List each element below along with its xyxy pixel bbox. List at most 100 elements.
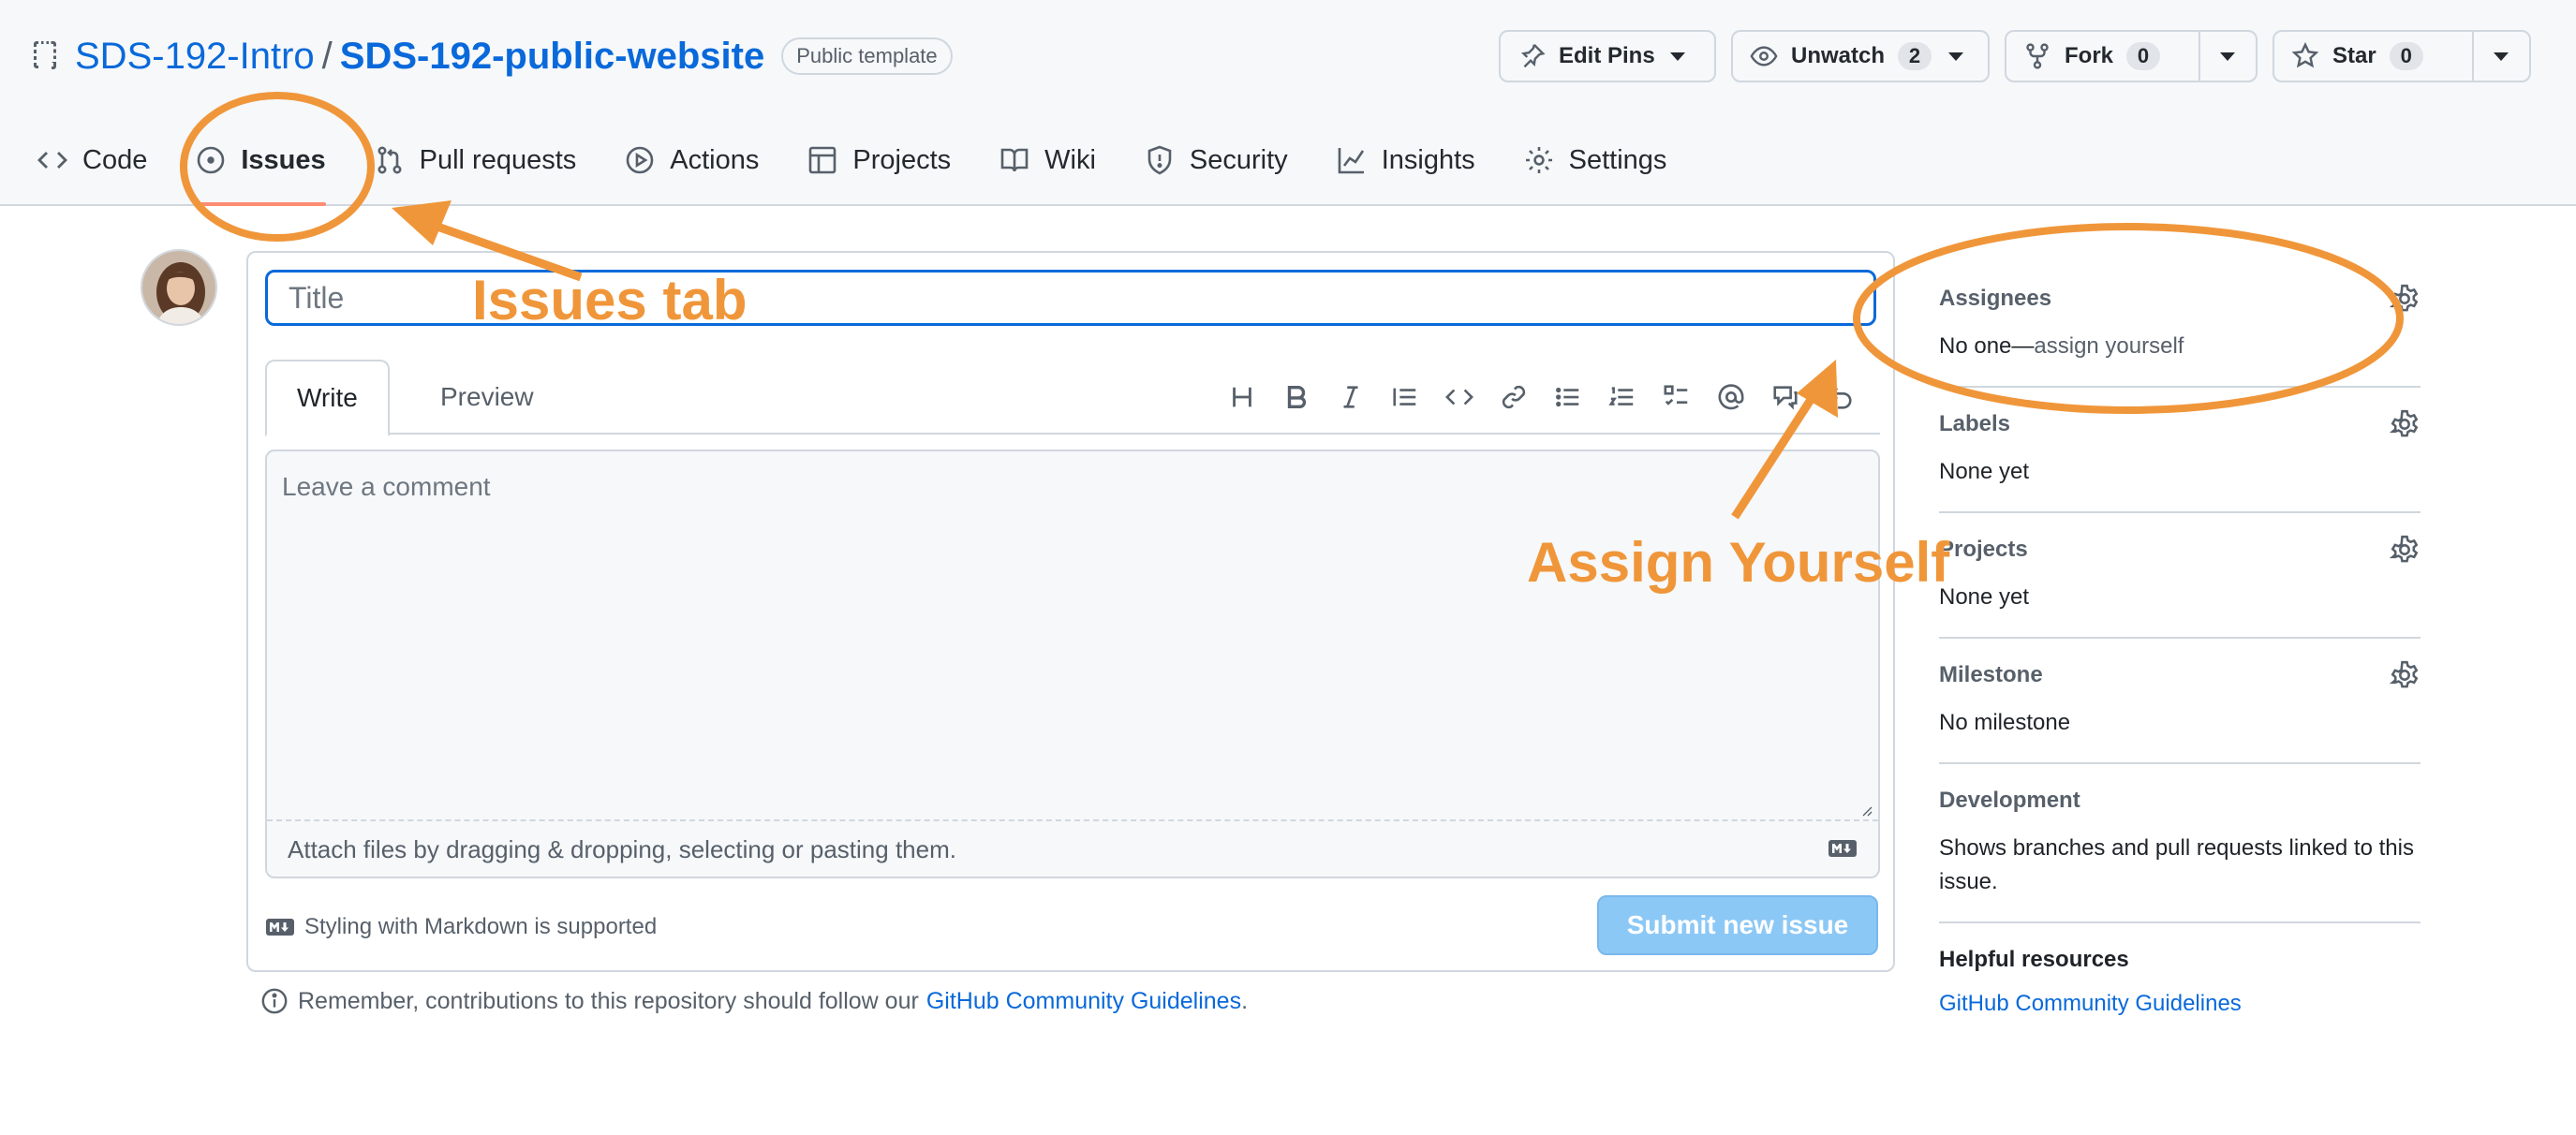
helpful-resources-heading: Helpful resources bbox=[1939, 947, 2129, 972]
tab-security[interactable]: Security bbox=[1145, 131, 1288, 189]
attach-files-hint[interactable]: Attach files by dragging & dropping, sel… bbox=[288, 835, 956, 864]
helpful-resources-section: Helpful resources GitHub Community Guide… bbox=[1939, 923, 2421, 1039]
tab-settings-label: Settings bbox=[1568, 144, 1667, 175]
fork-label: Fork bbox=[2065, 43, 2114, 68]
undo-button[interactable] bbox=[1813, 376, 1867, 418]
chevron-down-icon bbox=[2494, 52, 2509, 61]
projects-heading: Projects bbox=[1939, 537, 2028, 562]
tab-projects-label: Projects bbox=[852, 144, 952, 175]
chevron-down-icon bbox=[1669, 52, 1685, 61]
tab-wiki[interactable]: Wiki bbox=[999, 131, 1096, 189]
unwatch-button[interactable]: Unwatch 2 bbox=[1731, 30, 1990, 82]
tab-insights-label: Insights bbox=[1381, 144, 1475, 175]
fork-count: 0 bbox=[2126, 42, 2161, 70]
fork-button[interactable]: Fork 0 bbox=[2006, 32, 2198, 81]
quote-icon bbox=[1393, 388, 1416, 406]
eye-icon bbox=[1750, 46, 1778, 66]
tab-issues[interactable]: Issues bbox=[196, 131, 326, 206]
visibility-badge: Public template bbox=[781, 37, 953, 75]
graph-icon bbox=[1338, 148, 1364, 174]
repo-forked-icon bbox=[2026, 43, 2049, 69]
tab-wiki-label: Wiki bbox=[1044, 144, 1096, 175]
tab-write[interactable]: Write bbox=[265, 360, 390, 436]
quote-button[interactable] bbox=[1378, 376, 1432, 418]
milestone-value: No milestone bbox=[1939, 710, 2071, 735]
issue-sidebar: Assignees No one—assign yourself Labels … bbox=[1939, 262, 2421, 1039]
gear-icon[interactable] bbox=[2389, 659, 2421, 691]
italic-button[interactable] bbox=[1324, 376, 1378, 418]
gear-icon[interactable] bbox=[2389, 408, 2421, 440]
unordered-list-icon bbox=[1556, 387, 1579, 407]
assignees-none: No one— bbox=[1939, 333, 2035, 359]
labels-section: Labels None yet bbox=[1939, 388, 2421, 513]
community-guidelines-link[interactable]: GitHub Community Guidelines bbox=[926, 988, 1241, 1015]
reference-icon bbox=[1773, 386, 1798, 410]
git-pull-request-icon bbox=[378, 146, 402, 174]
unordered-list-button[interactable] bbox=[1541, 376, 1595, 418]
tab-insights[interactable]: Insights bbox=[1337, 131, 1475, 189]
gear-icon[interactable] bbox=[2389, 283, 2421, 315]
repo-title: SDS-192-Intro / SDS-192-public-website P… bbox=[30, 28, 953, 84]
star-count: 0 bbox=[2389, 42, 2423, 70]
mention-icon bbox=[1718, 384, 1744, 410]
avatar-photo bbox=[142, 251, 215, 324]
repo-owner-link[interactable]: SDS-192-Intro bbox=[75, 36, 315, 78]
info-icon bbox=[261, 988, 288, 1014]
tab-code[interactable]: Code bbox=[37, 131, 147, 189]
chevron-down-icon bbox=[1948, 52, 1964, 61]
assign-yourself-link[interactable]: assign yourself bbox=[2034, 333, 2184, 359]
repo-name-link[interactable]: SDS-192-public-website bbox=[340, 36, 764, 78]
labels-value: None yet bbox=[1939, 459, 2030, 484]
tab-security-label: Security bbox=[1189, 144, 1288, 175]
bold-button[interactable] bbox=[1269, 376, 1324, 418]
code-icon bbox=[1445, 389, 1473, 405]
star-button[interactable]: Star 0 bbox=[2274, 32, 2472, 81]
new-issue-form: Write Preview Attach files by dragging &… bbox=[246, 251, 1895, 972]
markdown-toolbar bbox=[1215, 376, 1867, 418]
heading-button[interactable] bbox=[1215, 376, 1269, 418]
markdown-icon bbox=[1828, 840, 1857, 857]
task-list-button[interactable] bbox=[1650, 376, 1704, 418]
book-icon bbox=[1000, 148, 1029, 172]
undo-icon bbox=[1829, 387, 1852, 409]
editor-tabs: Write Preview bbox=[265, 360, 1880, 436]
assign-yourself-annotation: Assign Yourself bbox=[1527, 531, 1950, 594]
assignees-value: No one—assign yourself bbox=[1939, 330, 2421, 363]
tab-settings[interactable]: Settings bbox=[1524, 131, 1667, 189]
star-dropdown-button[interactable] bbox=[2471, 32, 2529, 81]
gear-icon[interactable] bbox=[2389, 534, 2421, 566]
star-button-group: Star 0 bbox=[2273, 30, 2531, 82]
tab-preview[interactable]: Preview bbox=[410, 360, 564, 435]
tab-actions[interactable]: Actions bbox=[625, 131, 759, 189]
italic-icon bbox=[1343, 386, 1358, 408]
sidebar-guidelines-link[interactable]: GitHub Community Guidelines bbox=[1939, 991, 2421, 1017]
chevron-down-icon bbox=[2220, 52, 2236, 61]
user-avatar[interactable] bbox=[141, 249, 217, 326]
fork-button-group: Fork 0 bbox=[2005, 30, 2258, 82]
markdown-support-note[interactable]: Styling with Markdown is supported bbox=[265, 914, 657, 940]
code-button[interactable] bbox=[1432, 376, 1487, 418]
table-icon bbox=[809, 146, 836, 174]
play-icon bbox=[626, 146, 654, 174]
fork-dropdown-button[interactable] bbox=[2198, 32, 2256, 81]
ordered-list-button[interactable] bbox=[1595, 376, 1650, 418]
edit-pins-button[interactable]: Edit Pins bbox=[1499, 30, 1716, 82]
milestone-heading: Milestone bbox=[1939, 662, 2043, 687]
mention-button[interactable] bbox=[1704, 376, 1758, 418]
ordered-list-icon bbox=[1608, 387, 1634, 405]
tab-pull-requests[interactable]: Pull requests bbox=[375, 131, 576, 189]
tab-code-label: Code bbox=[82, 144, 148, 175]
markdown-icon bbox=[266, 919, 294, 936]
projects-value: None yet bbox=[1939, 584, 2030, 610]
comment-textarea[interactable] bbox=[267, 451, 1878, 821]
contribution-guidelines-note: Remember, contributions to this reposito… bbox=[260, 987, 1248, 1015]
guidelines-text: Remember, contributions to this reposito… bbox=[298, 987, 919, 1014]
milestone-section: Milestone No milestone bbox=[1939, 639, 2421, 764]
link-button[interactable] bbox=[1487, 376, 1541, 418]
assignees-section: Assignees No one—assign yourself bbox=[1939, 262, 2421, 388]
reference-button[interactable] bbox=[1758, 376, 1813, 418]
task-list-icon bbox=[1664, 385, 1688, 405]
submit-new-issue-button[interactable]: Submit new issue bbox=[1597, 895, 1878, 955]
tab-projects[interactable]: Projects bbox=[807, 131, 951, 189]
resize-handle-icon[interactable] bbox=[1858, 802, 1873, 817]
